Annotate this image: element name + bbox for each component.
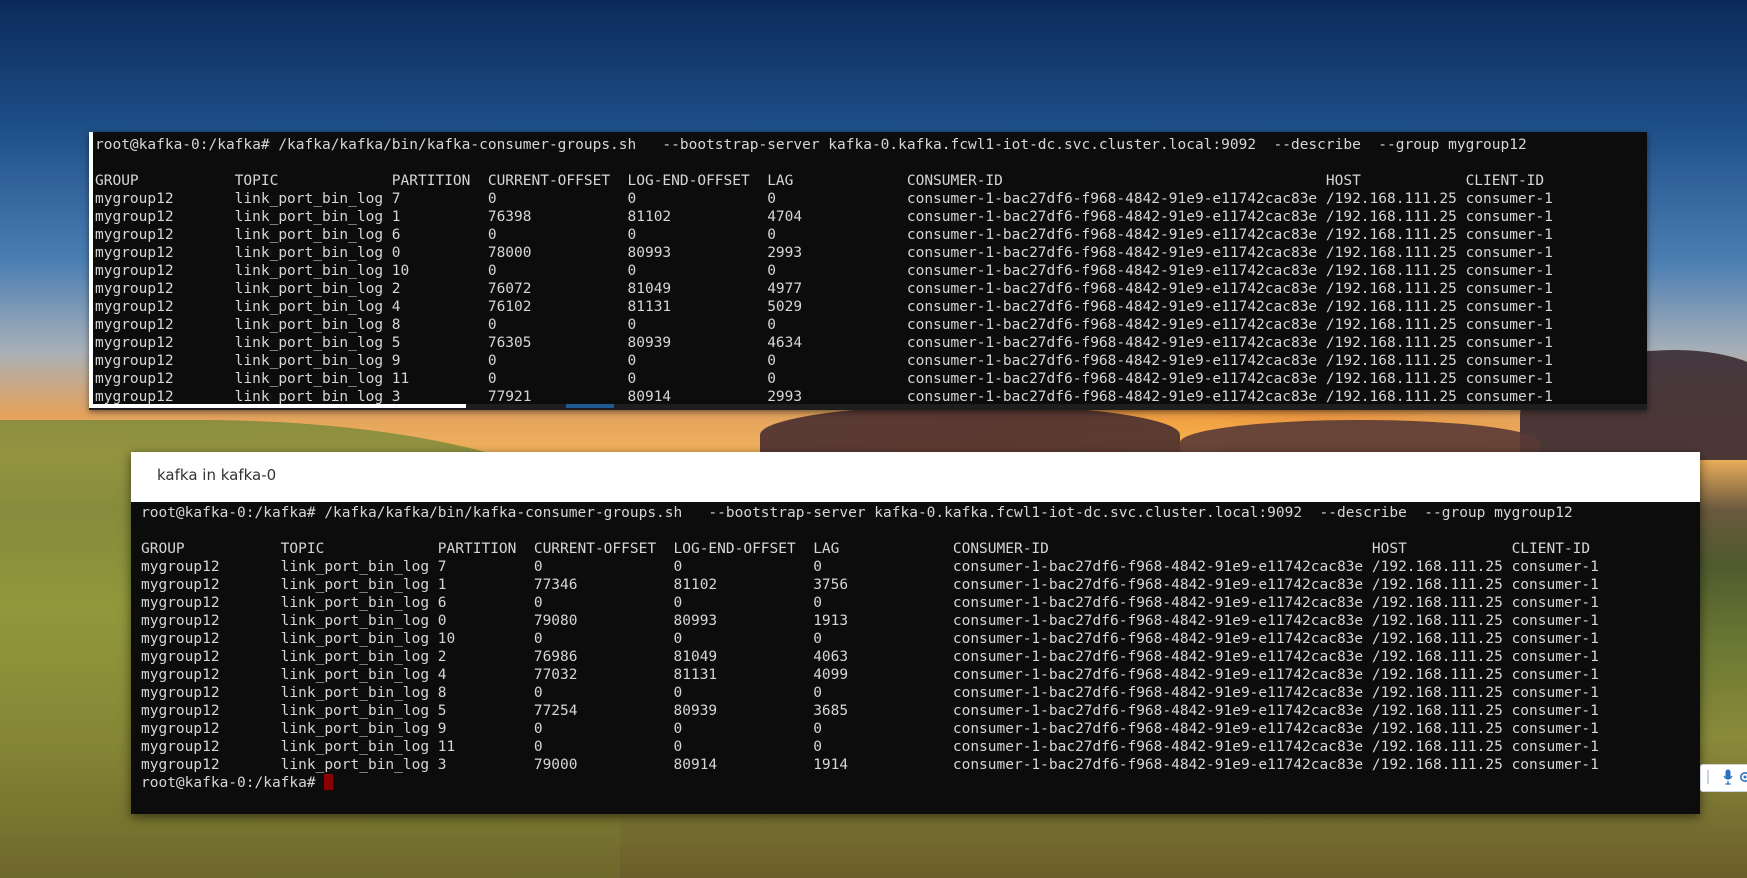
table-row: mygroup12 link_port_bin_log 9 0 0 0 cons…	[95, 353, 1553, 369]
table-row: mygroup12 link_port_bin_log 3 79000 8091…	[141, 757, 1599, 773]
table-row: mygroup12 link_port_bin_log 6 0 0 0 cons…	[141, 595, 1599, 611]
scrollbar-thumb[interactable]	[89, 404, 466, 408]
terminal-edge	[89, 132, 93, 410]
command-line: root@kafka-0:/kafka# /kafka/kafka/bin/ka…	[95, 137, 1527, 153]
table-row: mygroup12 link_port_bin_log 10 0 0 0 con…	[141, 631, 1599, 647]
table-row: mygroup12 link_port_bin_log 9 0 0 0 cons…	[141, 721, 1599, 737]
table-row: mygroup12 link_port_bin_log 11 0 0 0 con…	[95, 371, 1553, 387]
table-row: mygroup12 link_port_bin_log 0 79080 8099…	[141, 613, 1599, 629]
window-titlebar[interactable]: kafka in kafka-0	[131, 452, 1700, 502]
command-line: root@kafka-0:/kafka# /kafka/kafka/bin/ka…	[141, 505, 1573, 521]
table-row: mygroup12 link_port_bin_log 2 76986 8104…	[141, 649, 1599, 665]
table-row: mygroup12 link_port_bin_log 2 76072 8104…	[95, 281, 1553, 297]
top-terminal[interactable]: root@kafka-0:/kafka# /kafka/kafka/bin/ka…	[89, 132, 1647, 410]
scrollbar-highlight	[566, 404, 614, 408]
mic-icon[interactable]	[1723, 769, 1733, 785]
table-header: GROUP TOPIC PARTITION CURRENT-OFFSET LOG…	[141, 541, 1591, 557]
table-row: mygroup12 link_port_bin_log 7 0 0 0 cons…	[141, 559, 1599, 575]
ime-toolbar[interactable]	[1700, 764, 1747, 792]
table-row: mygroup12 link_port_bin_log 7 0 0 0 cons…	[95, 191, 1553, 207]
kafka-terminal-window[interactable]: kafka in kafka-0 root@kafka-0:/kafka# /k…	[131, 452, 1700, 814]
shell-prompt: root@kafka-0:/kafka#	[141, 775, 325, 791]
table-row: mygroup12 link_port_bin_log 5 76305 8093…	[95, 335, 1553, 351]
table-row: mygroup12 link_port_bin_log 1 76398 8110…	[95, 209, 1553, 225]
table-row: mygroup12 link_port_bin_log 4 76102 8113…	[95, 299, 1553, 315]
top-terminal-output: root@kafka-0:/kafka# /kafka/kafka/bin/ka…	[95, 136, 1553, 406]
bottom-terminal-output[interactable]: root@kafka-0:/kafka# /kafka/kafka/bin/ka…	[141, 504, 1599, 792]
table-header: GROUP TOPIC PARTITION CURRENT-OFFSET LOG…	[95, 173, 1545, 189]
window-title: kafka in kafka-0	[157, 466, 277, 484]
table-row: mygroup12 link_port_bin_log 8 0 0 0 cons…	[141, 685, 1599, 701]
prompt-line[interactable]: root@kafka-0:/kafka#	[141, 774, 1599, 792]
table-row: mygroup12 link_port_bin_log 1 77346 8110…	[141, 577, 1599, 593]
table-row: mygroup12 link_port_bin_log 11 0 0 0 con…	[141, 739, 1599, 755]
table-row: mygroup12 link_port_bin_log 5 77254 8093…	[141, 703, 1599, 719]
table-row: mygroup12 link_port_bin_log 8 0 0 0 cons…	[95, 317, 1553, 333]
terminal-cursor	[324, 774, 334, 790]
table-row: mygroup12 link_port_bin_log 6 0 0 0 cons…	[95, 227, 1553, 243]
table-row: mygroup12 link_port_bin_log 0 78000 8099…	[95, 245, 1553, 261]
table-row: mygroup12 link_port_bin_log 10 0 0 0 con…	[95, 263, 1553, 279]
toolbar-grip-icon	[1707, 770, 1709, 784]
gear-icon[interactable]	[1738, 770, 1747, 784]
table-row: mygroup12 link_port_bin_log 4 77032 8113…	[141, 667, 1599, 683]
